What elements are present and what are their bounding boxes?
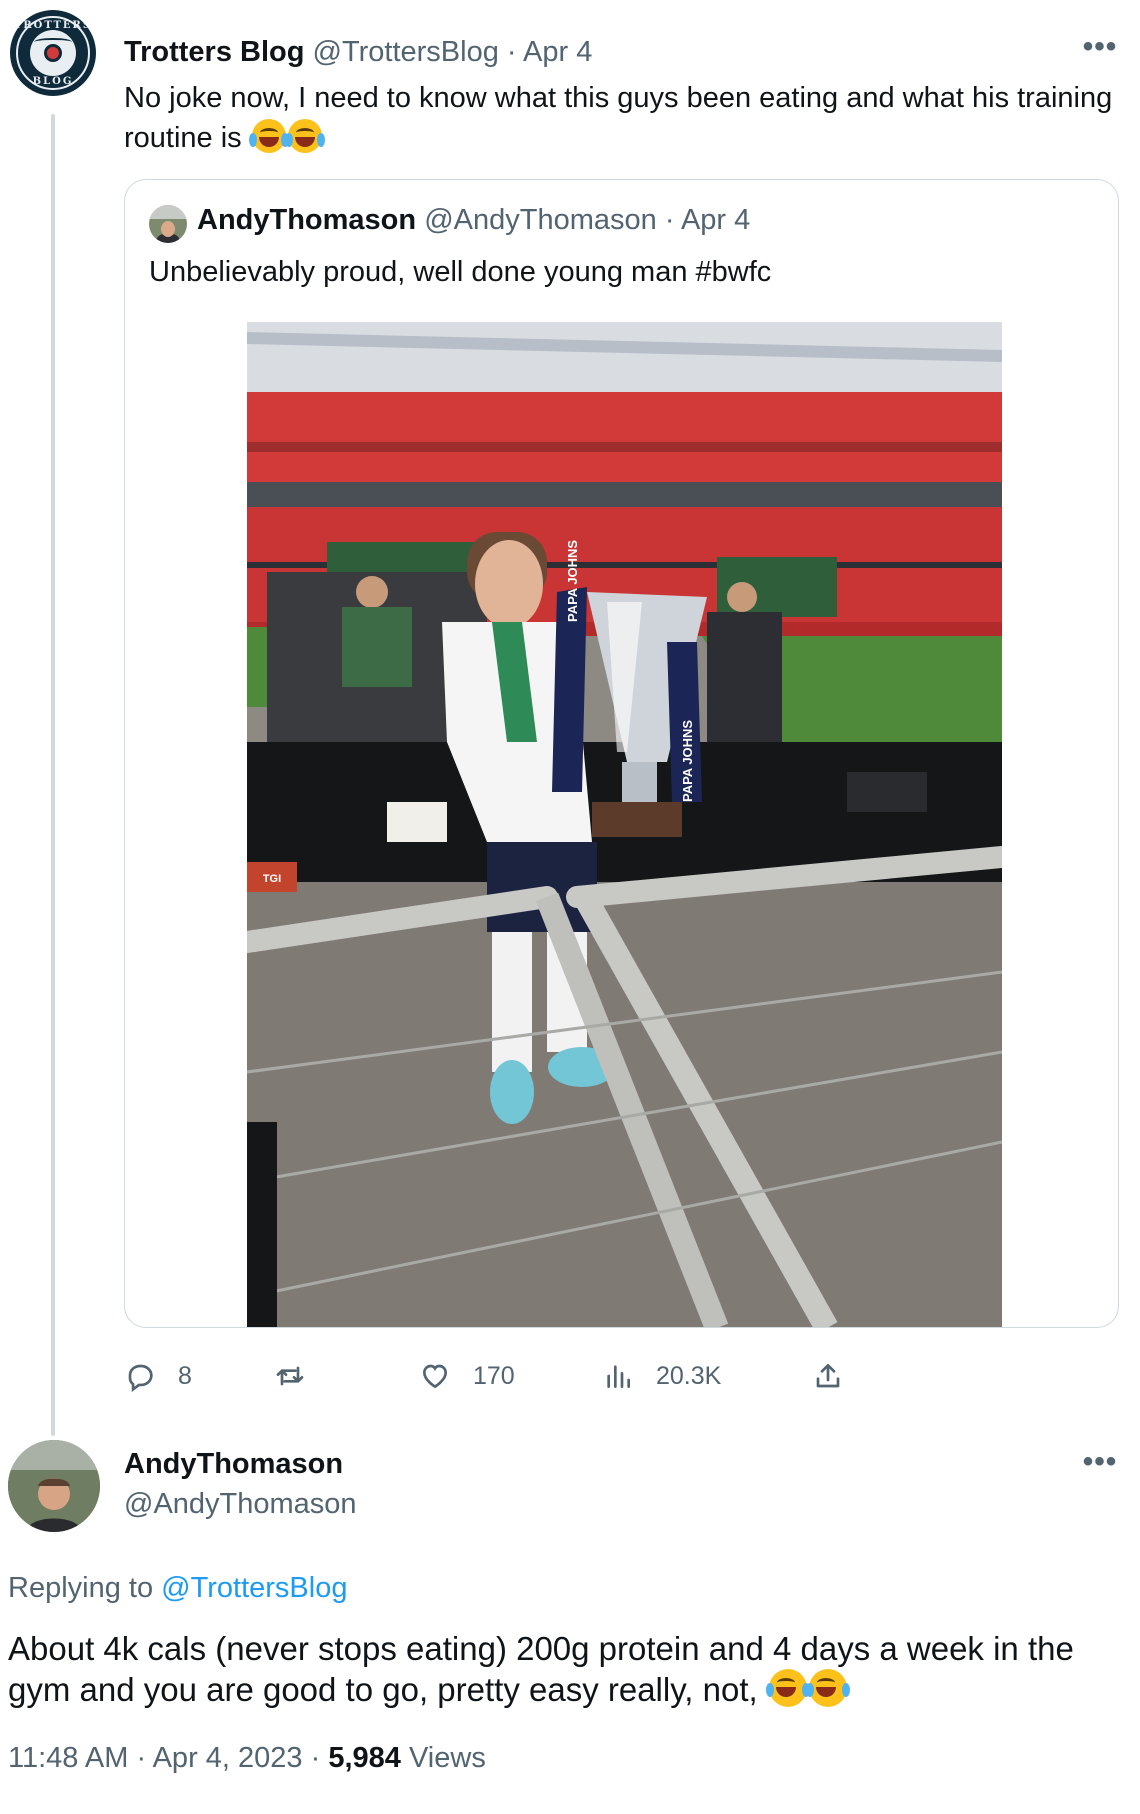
- quoted-tweet-header: AndyThomason @AndyThomason · Apr 4: [197, 204, 750, 237]
- reply-more-options-icon[interactable]: •••: [1080, 1447, 1120, 1485]
- upper-stand: [247, 392, 1002, 482]
- heart-icon: [422, 1364, 448, 1389]
- stand-divider: [247, 442, 1002, 452]
- ribbon-sponsor-text: PAPA JOHNS: [565, 540, 580, 622]
- reply-author-handle[interactable]: @AndyThomason: [124, 1488, 357, 1521]
- avatar-crowd-bg: [8, 1440, 100, 1470]
- quoted-author-name[interactable]: AndyThomason: [197, 204, 416, 236]
- trophy-base: [592, 802, 682, 837]
- quoted-header-separator: ·: [664, 204, 675, 236]
- stadium-trophy-photo: TGI PAPA JOHNS PAPA JOHNS: [247, 322, 1002, 1327]
- thread-connector-line: [51, 114, 55, 1436]
- quoted-tweet-date[interactable]: Apr 4: [681, 204, 750, 236]
- photographer-head: [356, 576, 388, 608]
- author-handle[interactable]: @TrottersBlog: [313, 36, 499, 68]
- trophy-stem: [622, 762, 657, 802]
- quoted-author-avatar[interactable]: [149, 205, 187, 243]
- quoted-tweet-card[interactable]: AndyThomason @AndyThomason · Apr 4 Unbel…: [124, 179, 1119, 1328]
- tweet-date[interactable]: Apr 4: [523, 36, 592, 68]
- reply-views-label: Views: [408, 1742, 486, 1774]
- more-options-icon[interactable]: •••: [1080, 32, 1120, 70]
- reply-meta: 11:48 AM · Apr 4, 2023 · 5,984 Views: [8, 1742, 486, 1775]
- trotters-blog-avatar[interactable]: TROTTERS BLOG: [10, 10, 96, 96]
- quoted-tweet-text: Unbelievably proud, well done young man …: [149, 256, 772, 288]
- share-icon: [816, 1364, 840, 1388]
- avatar-text-bottom: BLOG: [32, 76, 74, 87]
- photographer-vest: [342, 607, 412, 687]
- like-count: 170: [473, 1361, 515, 1390]
- retweet-action[interactable]: [274, 1356, 328, 1396]
- face-with-tears-of-joy-icon: [805, 1669, 850, 1707]
- face-with-tears-of-joy-icon: [248, 119, 289, 153]
- tweet-text: No joke now, I need to know what this gu…: [124, 78, 1124, 158]
- reply-avatar-image: [8, 1440, 100, 1532]
- tweet-header: Trotters Blog @TrottersBlog · Apr 4: [124, 36, 592, 69]
- avatar-background: [149, 205, 187, 219]
- speaker-box: [847, 772, 927, 812]
- avatar-face: [161, 221, 175, 237]
- player-left-boot: [490, 1060, 534, 1124]
- player-face: [475, 540, 543, 628]
- reply-author-avatar[interactable]: [8, 1440, 100, 1532]
- reply-views-count: 5,984: [328, 1742, 401, 1774]
- view-count: 20.3K: [656, 1361, 722, 1390]
- meta-separator: ·: [310, 1742, 321, 1774]
- face-with-tears-of-joy-icon: [765, 1669, 810, 1707]
- tweet-photo[interactable]: TGI PAPA JOHNS PAPA JOHNS: [247, 322, 1002, 1327]
- replying-to-prefix: Replying to: [8, 1572, 154, 1604]
- share-action[interactable]: [812, 1356, 866, 1396]
- replying-to-link[interactable]: @TrottersBlog: [161, 1572, 347, 1604]
- reply-date[interactable]: Apr 4, 2023: [153, 1742, 303, 1774]
- retweet-icon: [276, 1366, 304, 1386]
- author-name[interactable]: Trotters Blog: [124, 36, 304, 68]
- sign-board-text: TGI: [263, 873, 281, 885]
- ribbon-sponsor-text-right: PAPA JOHNS: [680, 720, 695, 802]
- photographer-head-right: [727, 582, 757, 612]
- paper-sign: [387, 802, 447, 842]
- player-left-sock: [492, 932, 532, 1072]
- reply-body: About 4k cals (never stops eating) 200g …: [8, 1630, 1074, 1708]
- face-with-tears-of-joy-icon: [284, 119, 325, 153]
- bollard: [247, 1122, 277, 1327]
- reply-action[interactable]: 8: [124, 1356, 192, 1396]
- box-level: [247, 482, 1002, 507]
- views-action[interactable]: 20.3K: [602, 1356, 721, 1396]
- reply-text: About 4k cals (never stops eating) 200g …: [8, 1628, 1118, 1710]
- analytics-icon: [607, 1365, 630, 1388]
- tweet-actions-bar: 8 170 20.3K: [124, 1356, 1124, 1396]
- reply-time[interactable]: 11:48 AM: [8, 1742, 128, 1774]
- like-action[interactable]: 170: [419, 1356, 515, 1396]
- replying-to-line: Replying to @TrottersBlog: [8, 1572, 347, 1605]
- meta-separator: ·: [136, 1742, 147, 1774]
- avatar-rose-mark: [44, 44, 62, 62]
- reply-author-name[interactable]: AndyThomason: [124, 1448, 343, 1481]
- quoted-author-handle[interactable]: @AndyThomason: [424, 204, 657, 236]
- reply-icon: [128, 1364, 153, 1392]
- reply-count: 8: [178, 1361, 192, 1390]
- header-separator: ·: [506, 36, 517, 68]
